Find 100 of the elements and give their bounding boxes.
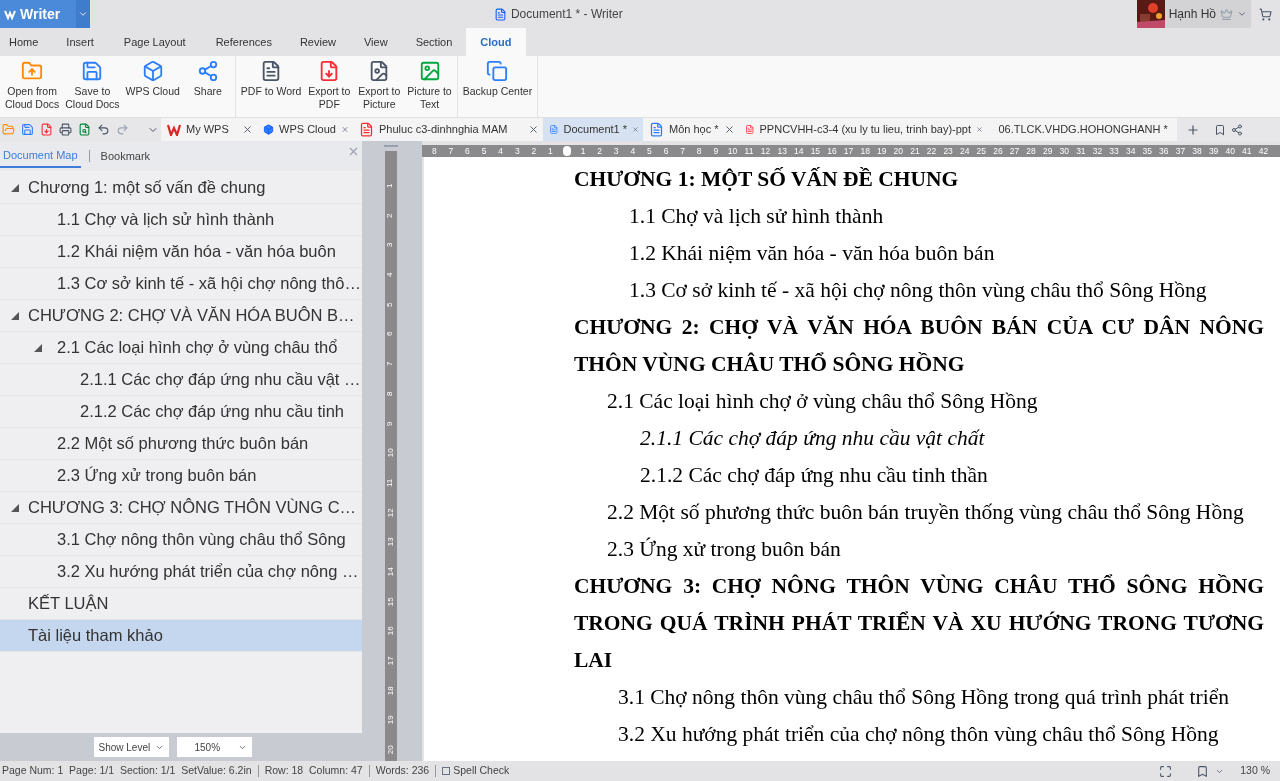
expand-triangle-icon[interactable] (10, 310, 20, 321)
outline-item-label: 2.1.1 Các chợ đáp ứng nhu cầu vật … (79, 369, 361, 391)
outline-item-label: Tài liệu tham khảo (28, 625, 163, 647)
export-pdf-icon[interactable] (40, 123, 53, 136)
print-preview-icon[interactable] (78, 123, 91, 136)
outline-item-label: 1.1 Chợ và lịch sử hình thành (56, 209, 275, 231)
writer-app-button[interactable]: Writer (0, 0, 76, 28)
section-heading: 3.1 Chợ nông thôn vùng châu thổ Sông Hồng trong quá trình phát triển (617, 684, 1230, 711)
chapter-heading: CHƯƠNG 1: MỘT SỐ VẤN ĐỀ CHUNG (574, 166, 960, 193)
image-icon (418, 60, 441, 82)
document-icon (493, 7, 507, 21)
section-heading: 2.1 Các loại hình chợ ở vùng châu thổ Sông Hồng (606, 388, 1039, 415)
show-level-dropdown[interactable]: Show Level (93, 737, 169, 757)
save-icon[interactable] (21, 123, 34, 136)
document-icon (549, 122, 559, 137)
outline-item-label: 1.2 Khái niệm văn hóa - văn hóa buôn (56, 241, 336, 263)
wps-logo-icon (167, 123, 181, 136)
ribbon-button[interactable]: Export to Picture (354, 60, 405, 111)
section-heading: 2.1.2 Các chợ đáp ứng nhu cầu tinh thần (639, 462, 989, 489)
undo-icon[interactable] (97, 123, 110, 136)
outline-item-label: KẾT LUẬN (28, 593, 109, 615)
expand-triangle-icon[interactable] (33, 342, 43, 353)
horizontal-ruler: 8 7 6 5 4 3 2 1 1 2 3 4 5 6 7 8 9 10 11 12 13 14 15 16 17 18 19 20 21 22 23 24 25 26 27 28 29 30 31 32 33 34 35 36 37 38 39 40 41 42 (422, 145, 1280, 157)
menu-tab[interactable]: Review (285, 28, 350, 56)
outline-item-label: CHƯƠNG 2: CHỢ VÀ VĂN HÓA BUÔN B… (28, 305, 355, 327)
outline-item-label: 1.3 Cơ sở kinh tế - xã hội chợ nông thô… (56, 273, 361, 295)
document-tab[interactable]: WPS Cloud (257, 118, 353, 141)
expand-triangle-icon[interactable] (10, 502, 20, 513)
menu-tab[interactable]: Section (401, 28, 467, 56)
ribbon-button[interactable]: PDF to Word (237, 60, 305, 98)
writer-logo-icon (4, 8, 16, 20)
menu-tab[interactable]: View (350, 28, 402, 56)
outline-item[interactable]: Tài liệu tham khảo (0, 620, 362, 652)
share-icon[interactable] (1231, 123, 1243, 136)
menu-tab[interactable]: Cloud (466, 28, 526, 56)
section-heading: 1.3 Cơ sở kinh tế - xã hội chợ nông thôn vùng châu thổ Sông Hồng (628, 277, 1208, 304)
document-tab[interactable]: Phuluc c3-dinhnghia MAM (353, 118, 543, 141)
spell-check-toggle[interactable]: Spell Check (442, 763, 510, 779)
expand-triangle-icon[interactable] (10, 182, 20, 193)
pdf-file-icon (359, 122, 374, 137)
crown-icon (1220, 7, 1233, 21)
word-count: Words: 236 (375, 763, 430, 779)
document-tab[interactable]: 06.TLCK.VHDG.HOHONGHANH * (987, 118, 1177, 141)
section-heading: 2.2 Một số phương thức buôn bán truyền thống vùng châu thổ Sông Hồng (606, 499, 1245, 526)
ribbon-button[interactable]: Open from Cloud Docs (2, 60, 63, 111)
cube-icon (141, 60, 164, 82)
section-heading: 3.2 Xu hướng phát triển của chợ nông thôn vùng châu thổ Sông Hồng (617, 721, 1220, 748)
fullscreen-icon[interactable] (1159, 764, 1173, 778)
user-name: Hạnh Hồ (1168, 6, 1216, 23)
chapter-heading: CHƯƠNG 2: CHỢ VÀ VĂN HÓA BUÔN BÁN CỦA CƯ DÂN NÔNG THÔN VÙNG CHÂU THỔ SÔNG HỒNG (574, 314, 1264, 378)
outline-item-label: Chương 1: một số vấn đề chung (28, 177, 266, 199)
close-icon[interactable] (632, 124, 639, 135)
menu-tab[interactable]: Insert (52, 28, 108, 56)
menu-tab[interactable]: References (201, 28, 286, 56)
section-heading: 2.1.1 Các chợ đáp ứng nhu cầu vật chất (639, 425, 986, 452)
redo-icon[interactable] (116, 123, 129, 136)
indent-marker-icon[interactable] (562, 146, 571, 156)
pdf-file-icon (745, 122, 755, 137)
close-icon[interactable] (976, 124, 983, 135)
section-heading: 2.3 Ứng xử trong buôn bán (606, 536, 842, 563)
ribbon-button[interactable]: Backup Center (459, 60, 536, 98)
chapter-heading: CHƯƠNG 3: CHỢ NÔNG THÔN VÙNG CHÂU THỔ SÔNG HỒNG TRONG QUÁ TRÌNH PHÁT TRIỂN VÀ XU HƯỚNG TRONG TƯƠNG LAI (574, 573, 1264, 674)
share-icon (196, 60, 219, 82)
document-tab[interactable]: Môn học * (643, 118, 739, 141)
cart-icon[interactable] (1259, 7, 1272, 21)
ribbon-button[interactable]: Export to PDF (304, 60, 355, 111)
document-tab[interactable]: PPNCVHH-c3-4 (xu ly tu lieu, trinh bay)-ppt (739, 118, 987, 141)
print-icon[interactable] (59, 123, 72, 136)
ribbon-button[interactable]: Picture to Text (404, 60, 455, 111)
panel-tab[interactable]: Bookmark (97, 144, 154, 168)
ribbon-button[interactable]: WPS Cloud (122, 60, 183, 98)
outline-item-label: CHƯƠNG 3: CHỢ NÔNG THÔN VÙNG C… (28, 497, 357, 519)
folder-upload-icon (21, 60, 44, 82)
caret-icon (78, 9, 88, 19)
outline-item-label: 3.1 Chợ nông thôn vùng châu thổ Sông (56, 529, 346, 551)
outline-item-label: 2.1.2 Các chợ đáp ứng nhu cầu tinh (79, 401, 345, 423)
copy-icon (486, 60, 509, 82)
menu-tab[interactable]: Page Layout (107, 28, 202, 56)
caret-icon (1237, 9, 1247, 19)
menu-tab[interactable]: Home (0, 28, 53, 56)
user-account-button[interactable]: Hạnh Hồ (1136, 0, 1251, 28)
panel-tab[interactable]: Document Map (0, 144, 81, 168)
document-tab[interactable]: Document1 * (543, 118, 643, 141)
outline-item-label: 2.3 Ứng xử trong buôn bán (56, 465, 257, 487)
outline-item-label: 3.2 Xu hướng phát triển của chợ nông … (56, 561, 359, 583)
zoom-dropdown[interactable]: 150% (176, 737, 252, 757)
save-icon (81, 60, 104, 82)
status-text: Page Num: 1 Page: 1/1 Section: 1/1 SetValue: 6.2in (2, 763, 252, 779)
zoom-level: 130 % (1240, 763, 1270, 779)
ribbon-button[interactable]: Save to Cloud Docs (62, 60, 123, 111)
section-heading: 1.2 Khái niệm văn hóa - văn hóa buôn bán (628, 240, 996, 267)
document-tab[interactable]: My WPS (161, 118, 257, 141)
document-icon (649, 122, 664, 137)
outline-item-label: 2.2 Một số phương thức buôn bán (56, 433, 309, 455)
ribbon-button[interactable]: Share (182, 60, 233, 98)
new-tab-icon[interactable] (1186, 122, 1200, 137)
close-icon[interactable] (242, 124, 253, 135)
status-text: Row: 18 Column: 47 (264, 763, 363, 779)
close-icon[interactable] (528, 124, 539, 135)
close-icon[interactable] (724, 124, 735, 135)
